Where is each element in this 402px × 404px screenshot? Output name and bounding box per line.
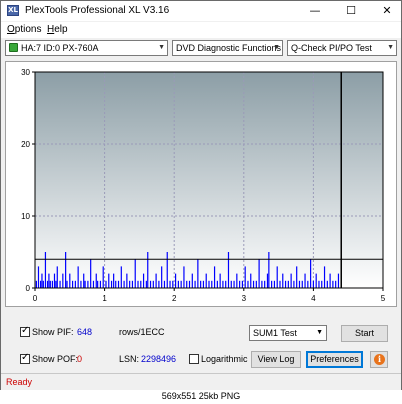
pif-value: 648 xyxy=(77,327,93,337)
drive-icon xyxy=(9,43,18,52)
close-button[interactable]: ✕ xyxy=(375,1,399,21)
image-caption: 569x551 25kb PNG xyxy=(0,390,402,404)
start-button[interactable]: Start xyxy=(341,325,388,342)
preferences-button[interactable]: Preferences xyxy=(306,351,363,368)
lsn-label: LSN: xyxy=(119,354,140,364)
x-tick-label: 2 xyxy=(172,294,177,303)
minimize-button[interactable]: — xyxy=(303,1,327,21)
chevron-down-icon: ▼ xyxy=(387,44,394,51)
preferences-button-label: Preferences xyxy=(310,354,359,364)
plextools-window: XL PlexTools Professional XL V3.16 — ☐ ✕… xyxy=(0,0,402,390)
show-pof-label: Show POF: xyxy=(32,354,79,364)
sum-test-value: SUM1 Test xyxy=(253,328,297,338)
logarithmic-checkbox[interactable] xyxy=(189,354,199,364)
status-bar: Ready xyxy=(1,373,401,390)
show-pof-checkbox[interactable] xyxy=(20,352,30,364)
rows-label: rows/1ECC xyxy=(119,327,165,337)
function-select[interactable]: DVD Diagnostic Functions ▼ xyxy=(172,40,283,56)
chevron-down-icon: ▼ xyxy=(158,44,165,51)
x-tick-label: 0 xyxy=(33,294,38,303)
pif-chart: 0 1 2 3 4 5 0 10 20 30 xyxy=(21,68,386,303)
chevron-down-icon: ▼ xyxy=(273,44,280,51)
function-select-value: DVD Diagnostic Functions xyxy=(176,43,282,53)
start-button-label: Start xyxy=(354,328,374,338)
test-select-value: Q-Check PI/PO Test xyxy=(291,43,372,53)
drive-select[interactable]: HA:7 ID:0 PX-760A ▼ xyxy=(5,40,168,56)
y-tick-label: 0 xyxy=(26,284,31,293)
pof-value: 0 xyxy=(77,354,83,364)
app-icon: XL xyxy=(7,5,19,16)
x-tick-label: 5 xyxy=(381,294,386,303)
info-icon: i xyxy=(374,354,385,365)
menu-options[interactable]: Options xyxy=(7,24,41,35)
info-button[interactable]: i xyxy=(370,351,388,368)
menu-help[interactable]: Help xyxy=(47,24,68,35)
chevron-down-icon: ▼ xyxy=(316,329,323,336)
window-title: PlexTools Professional XL V3.16 xyxy=(25,5,170,16)
title-bar[interactable]: XL PlexTools Professional XL V3.16 — ☐ ✕ xyxy=(1,1,401,21)
pif-chart-frame: 0 1 2 3 4 5 0 10 20 30 xyxy=(5,61,397,307)
y-tick-label: 20 xyxy=(21,140,30,149)
logarithmic-label: Logarithmic xyxy=(201,354,248,364)
drive-select-value: HA:7 ID:0 PX-760A xyxy=(21,43,99,53)
show-pif-checkbox[interactable] xyxy=(20,325,30,337)
show-pif-label: Show PIF: xyxy=(32,327,74,337)
lsn-value: 2298496 xyxy=(141,354,177,364)
y-tick-label: 10 xyxy=(21,212,30,221)
sum-test-select[interactable]: SUM1 Test ▼ xyxy=(249,325,327,341)
view-log-button[interactable]: View Log xyxy=(251,351,301,368)
view-log-button-label: View Log xyxy=(257,354,295,364)
maximize-button[interactable]: ☐ xyxy=(339,1,363,21)
test-select[interactable]: Q-Check PI/PO Test ▼ xyxy=(287,40,397,56)
x-tick-label: 4 xyxy=(311,294,316,303)
menu-bar: Options Help xyxy=(1,22,401,38)
status-text: Ready xyxy=(6,377,33,387)
x-tick-label: 3 xyxy=(242,294,247,303)
x-tick-label: 1 xyxy=(102,294,107,303)
y-tick-label: 30 xyxy=(21,68,30,77)
plot-area xyxy=(35,72,383,288)
